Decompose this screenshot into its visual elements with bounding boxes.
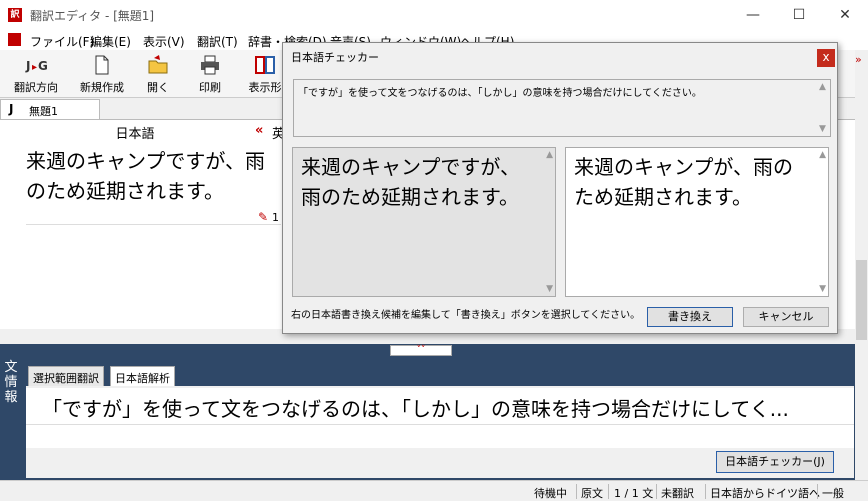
tab-japanese-analysis[interactable]: 日本語解析 xyxy=(110,366,175,386)
new-document-icon xyxy=(95,55,109,75)
japanese-checker-dialog: 日本語チェッカー x 「ですが」を使って文をつなげるのは、「しかし」の意味を持つ… xyxy=(282,42,838,334)
analysis-body: 「ですが」を使って文をつなげるのは、「しかし」の意味を持つ場合だけにしてく...… xyxy=(26,386,854,478)
minimize-button[interactable]: — xyxy=(730,0,776,30)
scroll-up-icon[interactable]: ▲ xyxy=(819,150,826,160)
status-divider xyxy=(817,484,818,499)
scroll-down-icon[interactable]: ▼ xyxy=(819,124,826,134)
print-label: 印刷 xyxy=(199,81,221,94)
splitter-grip-icon[interactable]: ˅˅ xyxy=(390,345,452,356)
status-divider xyxy=(705,484,706,499)
sentence-number: 1 xyxy=(272,211,279,224)
app-icon: 訳 xyxy=(8,8,22,22)
sentence-info-panel: 文情報 選択範囲翻訳 日本語解析 「ですが」を使って文をつなげるのは、「しかし」… xyxy=(0,358,855,480)
display-layout-button[interactable]: 表示形 xyxy=(248,54,282,95)
status-sentence-count: 1 / 1 文 xyxy=(614,487,654,500)
svg-text:G: G xyxy=(38,59,47,73)
document-tab[interactable]: J 無題1 xyxy=(0,99,100,119)
cancel-button[interactable]: キャンセル xyxy=(743,307,829,327)
document-menu-icon[interactable] xyxy=(8,33,21,46)
dialog-title: 日本語チェッカー xyxy=(291,51,379,64)
maximize-button[interactable]: ☐ xyxy=(776,0,822,30)
expand-chevron-icon[interactable]: » xyxy=(855,53,862,66)
status-bar: 待機中 原文 1 / 1 文 未翻訳 日本語からドイツ語へ 一般 xyxy=(0,480,868,501)
vertical-scrollbar-thumb[interactable] xyxy=(856,260,867,340)
sentence-info-label: 文情報 xyxy=(4,360,18,405)
scroll-up-icon[interactable]: ▲ xyxy=(546,150,553,160)
display-layout-label: 表示形 xyxy=(248,81,282,94)
svg-text:▸: ▸ xyxy=(32,62,37,73)
document-tab-label: 無題1 xyxy=(29,105,58,118)
translation-direction-icon: J ▸ G xyxy=(25,59,47,73)
original-text: 来週のキャンプですが、雨のため延期されます。 xyxy=(301,155,520,209)
tab-selection-translation[interactable]: 選択範囲翻訳 xyxy=(28,366,104,386)
analysis-divider xyxy=(26,424,854,425)
analysis-message: 「ですが」を使って文をつなげるのは、「しかし」の意味を持つ場合だけにしてく... xyxy=(42,397,789,421)
panel-splitter[interactable]: ˅˅ xyxy=(0,344,855,358)
dialog-message-area: 「ですが」を使って文をつなげるのは、「しかし」の意味を持つ場合だけにしてください… xyxy=(293,79,831,137)
edit-pen-icon: ✎ xyxy=(258,210,269,224)
document-badge: J xyxy=(9,102,14,116)
status-translation-state: 未翻訳 xyxy=(661,487,694,500)
svg-text:J: J xyxy=(25,59,30,73)
menu-view[interactable]: 表示(V) xyxy=(143,33,185,50)
dialog-message: 「ですが」を使って文をつなげるのは、「しかし」の意味を持つ場合だけにしてください… xyxy=(298,88,702,99)
title-bar: 訳 翻訳エディタ - [無題1] — ☐ ✕ xyxy=(0,0,868,30)
status-divider xyxy=(656,484,657,499)
collapse-arrow-icon[interactable]: « xyxy=(255,123,263,138)
rewrite-button[interactable]: 書き換え xyxy=(647,307,733,327)
layout-icon xyxy=(255,56,275,74)
new-document-button[interactable]: 新規作成 xyxy=(74,54,130,95)
dialog-hint: 右の日本語書き換え候補を編集して「書き換え」ボタンを選択してください。 xyxy=(291,310,641,321)
new-document-label: 新規作成 xyxy=(80,81,124,94)
status-direction[interactable]: 日本語からドイツ語へ xyxy=(710,485,820,501)
open-button[interactable]: 開く xyxy=(138,54,178,95)
status-divider xyxy=(608,484,609,499)
menu-file[interactable]: ファイル(F) xyxy=(30,33,94,50)
menu-translate[interactable]: 翻訳(T) xyxy=(197,33,238,50)
open-folder-icon xyxy=(148,55,168,74)
japanese-checker-button[interactable]: 日本語チェッカー(J) xyxy=(716,451,834,473)
source-column-header: 日本語 xyxy=(115,127,155,142)
message-scrollbar[interactable]: ▲ ▼ xyxy=(816,80,830,136)
scroll-down-icon[interactable]: ▼ xyxy=(546,284,553,294)
suggested-text-pane[interactable]: 来週のキャンプが、雨のため延期されます。 ▲ ▼ xyxy=(565,147,829,297)
right-scroll-strip: » xyxy=(855,50,868,480)
status-field[interactable]: 一般 xyxy=(822,485,844,501)
print-button[interactable]: 印刷 xyxy=(190,54,230,95)
open-label: 開く xyxy=(147,81,169,94)
scroll-up-icon[interactable]: ▲ xyxy=(819,82,826,92)
status-mode: 原文 xyxy=(581,487,603,500)
translation-direction-button[interactable]: J ▸ G 翻訳方向 xyxy=(10,54,62,95)
scroll-down-icon[interactable]: ▼ xyxy=(819,284,826,294)
status-state: 待機中 xyxy=(534,487,567,500)
sentence-divider xyxy=(26,224,281,225)
translation-direction-label: 翻訳方向 xyxy=(14,81,58,94)
printer-icon xyxy=(201,55,219,75)
source-text[interactable]: 来週のキャンプですが、雨のため延期されます。 xyxy=(26,146,266,206)
close-window-button[interactable]: ✕ xyxy=(822,0,868,30)
status-divider xyxy=(576,484,577,499)
analysis-message-box: 「ですが」を使って文をつなげるのは、「しかし」の意味を持つ場合だけにしてく... xyxy=(26,388,854,448)
suggested-text[interactable]: 来週のキャンプが、雨のため延期されます。 xyxy=(574,152,810,212)
original-text-pane: 来週のキャンプですが、雨のため延期されます。 ▲ ▼ xyxy=(292,147,556,297)
window-title: 翻訳エディタ - [無題1] xyxy=(30,9,155,23)
dialog-close-button[interactable]: x xyxy=(817,49,835,67)
menu-edit[interactable]: 編集(E) xyxy=(90,33,131,50)
